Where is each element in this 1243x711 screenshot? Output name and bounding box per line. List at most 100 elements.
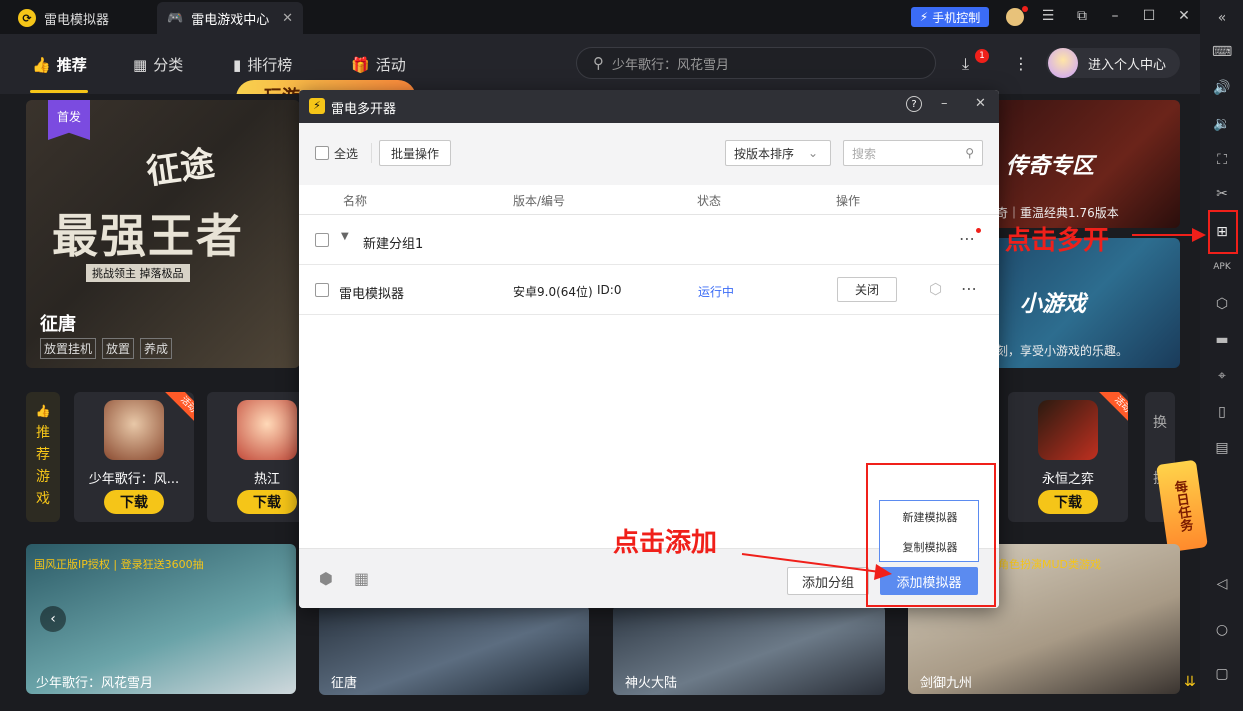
close-instance-button[interactable]: 关闭 [837,277,897,302]
grid-view-icon[interactable]: ▦ [354,569,369,588]
expand-caret-icon[interactable]: ▼ [341,231,349,242]
annotation-arrow-add [741,553,892,580]
keyboard-icon[interactable]: ⌨ [1212,44,1232,62]
nav-activity[interactable]: 🎁 活动 [351,54,406,75]
banner-legend-zone[interactable]: 传奇专区 奇｜重温经典1.76版本 [990,100,1180,228]
bottom-card-caption: 征唐 [331,676,358,691]
tab-close-icon[interactable]: ✕ [282,11,293,26]
close-icon[interactable]: ✕ [1175,8,1193,24]
search-input[interactable]: ⚲ 少年歌行：风花雪月 [576,47,936,79]
dialog-close-icon[interactable]: ✕ [975,96,986,111]
group-notify-dot [976,228,981,233]
home-icon[interactable]: ○ [1212,622,1232,640]
dialog-minimize-icon[interactable]: – [941,96,948,111]
multi-instance-icon[interactable]: ⊞ [1212,224,1232,242]
recommend-side-label: 👍 推 荐 游 戏 [26,392,60,522]
banner-tag: 养成 [140,338,173,359]
apk-icon[interactable]: APK [1212,262,1232,280]
menu-icon[interactable]: ☰ [1039,8,1057,24]
recommend-label-char: 荐 [36,447,50,463]
game-card[interactable]: 活动 永恒之弈 下载 [1008,392,1128,522]
legend-zone-caption: 奇｜重温经典1.76版本 [996,206,1119,220]
user-center-label: 进入个人中心 [1088,57,1167,73]
phone-control-button[interactable]: ⚡ 手机控制 [911,7,989,27]
game-icon-image [237,400,297,460]
more-menu-icon[interactable]: ⋮ [1013,54,1029,73]
tab-game-center[interactable]: 🎮 雷电游戏中心 ✕ [157,2,303,34]
location-icon[interactable]: ⌖ [1212,368,1232,386]
bottom-card[interactable]: 征唐 [319,605,589,695]
sort-select[interactable]: 按版本排序 ⌄ [725,140,831,166]
nav-category-label: 分类 [153,56,184,74]
first-release-badge: 首发 [48,100,90,140]
swap-label: 换 [1153,415,1167,431]
nav-active-indicator [30,90,88,93]
select-all-checkbox[interactable] [315,146,329,160]
restore-icon[interactable]: ⧉ [1073,8,1091,24]
settings-hex-icon[interactable]: ⬡ [1212,296,1232,314]
download-icon[interactable]: ⤓ [962,54,969,74]
instance-row[interactable]: 雷电模拟器 安卓9.0(64位) ID:0 运行中 关闭 ⬡ ⋯ [299,265,999,315]
user-avatar-small[interactable] [1006,8,1024,26]
instance-more-icon[interactable]: ⋯ [961,279,977,298]
annotation-multi-open: 点击多开 [1005,226,1110,256]
scissors-icon[interactable]: ✂ [1212,186,1232,204]
right-toolbar [1200,0,1243,711]
carousel-prev-icon[interactable]: ‹ [40,606,66,632]
game-card[interactable]: 活动 少年歌行：风... 下载 [74,392,194,522]
activity-ribbon: 活动 [1095,392,1128,432]
annotation-arrow-multi-open [1132,228,1206,242]
instance-checkbox[interactable] [315,283,329,297]
bar-chart-icon: ▮ [233,55,242,74]
volume-down-icon[interactable]: 🔉 [1212,116,1232,134]
volume-up-icon[interactable]: 🔊 [1212,80,1232,98]
user-center-button[interactable]: 进入个人中心 [1046,48,1180,78]
settings-icon[interactable]: ⬢ [319,569,333,588]
shake-icon[interactable]: ▯ [1212,404,1232,422]
help-icon[interactable]: ? [906,96,922,112]
divider [371,143,372,163]
bottom-card[interactable]: 国风正版IP授权 | 登录狂送3600抽 ‹ 少年歌行：风花雪月 [26,544,296,694]
banner-mini-games[interactable]: 小游戏 刻，享受小游戏的乐趣。 [990,238,1180,368]
download-button[interactable]: 下载 [237,490,297,514]
mini-games-caption: 刻，享受小游戏的乐趣。 [996,344,1129,358]
banner-game-title: 征唐 [40,314,76,335]
more-apps-icon[interactable]: ▤ [1212,440,1232,458]
maximize-icon[interactable]: ☐ [1140,8,1158,24]
chevron-down-icon: ⌄ [808,146,819,160]
folder-icon[interactable]: ▬ [1212,332,1232,350]
bottom-card-tagline: 角色扮演MUD类游戏 [998,558,1102,571]
lightning-icon: ⚡ [919,10,929,24]
batch-operation-button[interactable]: 批量操作 [379,140,451,166]
game-card[interactable]: 热江 下载 [207,392,307,522]
bottom-card[interactable]: 神火大陆 [613,605,885,695]
download-button[interactable]: 下载 [104,490,164,514]
banner-main[interactable]: 首发 征途 最强王者 挑战领主 掉落极品 征唐 放置挂机 放置 养成 [26,100,300,368]
dialog-header: ⚡ 雷电多开器 ? – ✕ [299,90,999,123]
group-more-icon[interactable]: ⋯ [959,229,975,248]
dialog-search-input[interactable]: 搜索 ⚲ [843,140,983,166]
collapse-icon[interactable]: « [1212,10,1232,28]
group-checkbox[interactable] [315,233,329,247]
notification-dot [1022,6,1028,12]
nav-activity-label: 活动 [375,56,406,74]
instance-id: ID:0 [597,283,622,297]
nav-ranking[interactable]: ▮ 排行榜 [233,54,292,75]
back-icon[interactable]: ◁ [1212,576,1232,594]
gift-icon: 🎁 [351,55,370,74]
fullscreen-icon[interactable]: ⛶ [1212,152,1232,170]
scroll-down-icon[interactable]: ⇊ [1184,674,1196,690]
nav-ranking-label: 排行榜 [247,56,293,74]
minimize-icon[interactable]: – [1106,8,1124,24]
thumbs-up-small-icon: 👍 [35,404,51,418]
game-name: 热江 [253,472,280,487]
recommend-label-char: 推 [36,425,50,441]
nav-recommend[interactable]: 👍 推荐 [32,54,87,75]
download-badge: 1 [975,49,989,63]
nav-category[interactable]: ▦ 分类 [133,54,183,75]
group-row[interactable]: ▼ 新建分组1 ⋯ [299,215,999,265]
download-button[interactable]: 下载 [1038,490,1098,514]
instance-settings-icon[interactable]: ⬡ [929,280,942,298]
tab-emulator[interactable]: ⟳ 雷电模拟器 [8,2,119,34]
recents-icon[interactable]: ▢ [1212,666,1232,684]
